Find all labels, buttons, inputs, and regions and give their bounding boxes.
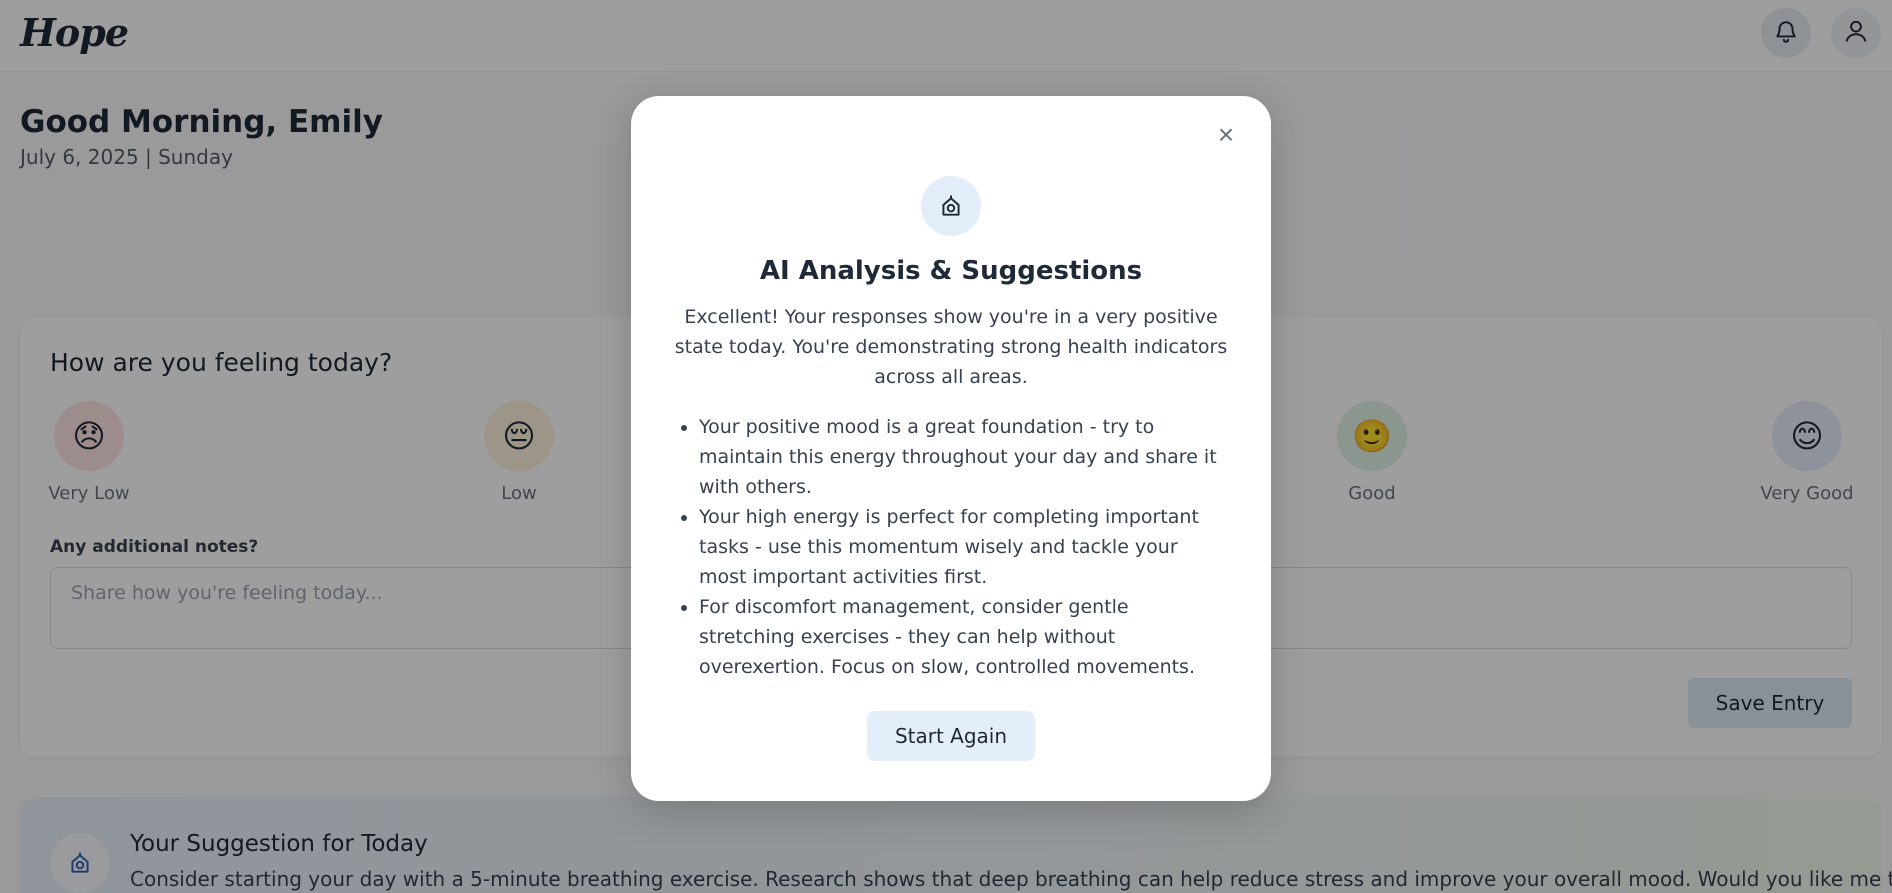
close-button[interactable]: × <box>1211 119 1241 150</box>
ai-analysis-modal: × AI Analysis & Suggestions Excellent! Y… <box>631 96 1271 801</box>
close-icon: × <box>1217 119 1235 150</box>
ai-assistant-icon <box>921 176 981 236</box>
list-item: For discomfort management, consider gent… <box>699 592 1229 682</box>
list-item: Your high energy is perfect for completi… <box>699 502 1229 592</box>
suggestion-list: Your positive mood is a great foundation… <box>699 412 1229 682</box>
start-again-button[interactable]: Start Again <box>867 711 1035 761</box>
list-item: Your positive mood is a great foundation… <box>699 412 1229 502</box>
modal-summary: Excellent! Your responses show you're in… <box>674 306 1228 388</box>
modal-title: AI Analysis & Suggestions <box>759 256 1143 286</box>
